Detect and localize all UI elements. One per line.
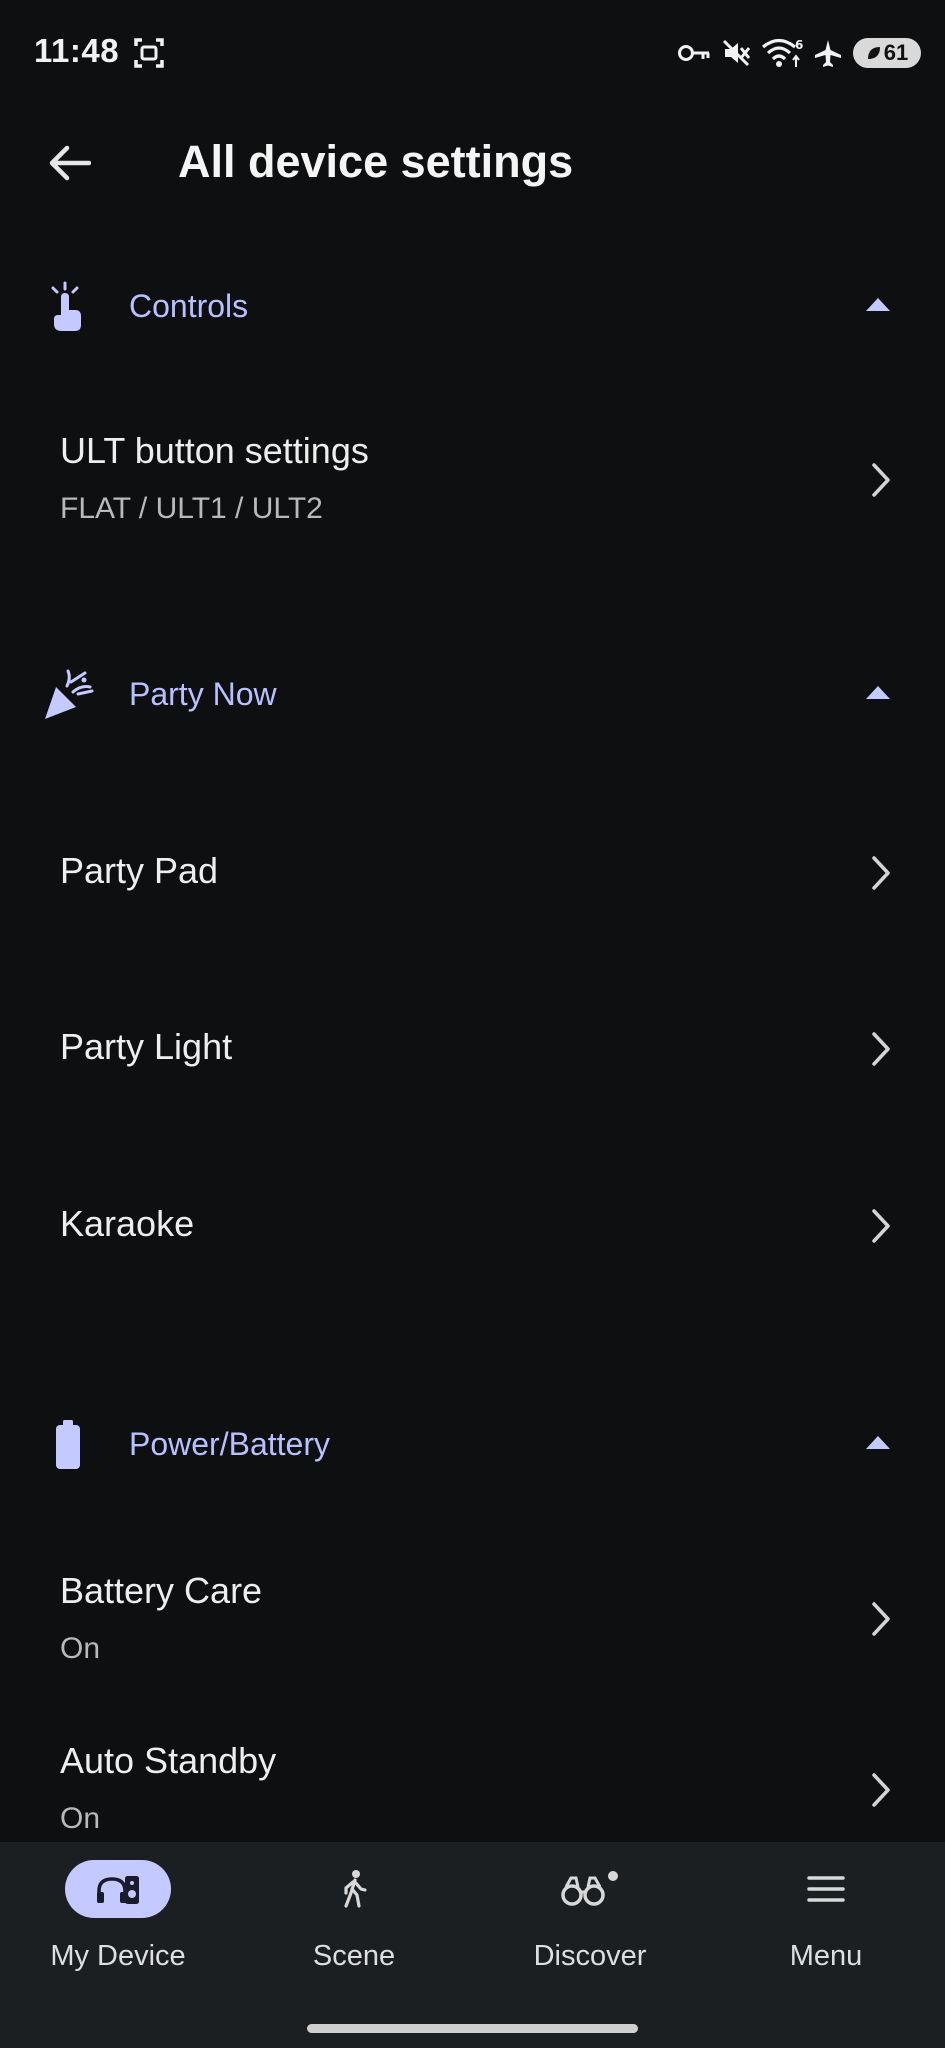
nav-item-menu[interactable]: Menu (708, 1842, 944, 2012)
status-icons: 6 61 (677, 36, 921, 70)
chevron-right-icon (872, 463, 890, 497)
list-item-ult-button-settings[interactable]: ULT button settings FLAT / ULT1 / ULT2 (0, 410, 945, 558)
chevron-right-icon (872, 1602, 890, 1636)
nav-item-my-device[interactable]: My Device (0, 1842, 236, 2012)
nav-label: Discover (533, 1940, 647, 1972)
vpn-key-icon (678, 45, 710, 61)
mute-icon (722, 39, 751, 67)
row-title: Party Pad (60, 850, 219, 891)
nav-item-discover[interactable]: Discover (472, 1842, 708, 2012)
row-title: ULT button settings (60, 430, 369, 471)
list-item-party-light[interactable]: Party Light (0, 980, 945, 1120)
collapse-up-icon (866, 1436, 890, 1449)
chevron-right-icon (872, 856, 890, 890)
row-title: Karaoke (60, 1203, 195, 1244)
battery-icon (56, 1420, 80, 1469)
party-popper-icon (45, 669, 94, 719)
nav-label: My Device (50, 1940, 186, 1972)
battery-level: 61 (883, 40, 909, 65)
back-arrow-icon (49, 145, 91, 181)
section-header-power-battery[interactable]: Power/Battery (0, 1395, 945, 1495)
nav-active-indicator (65, 1860, 171, 1918)
page-title: All device settings (178, 136, 574, 187)
binoculars-icon (561, 1871, 618, 1906)
chevron-right-icon (872, 1032, 890, 1066)
notification-dot (608, 1871, 618, 1881)
row-subtitle: On (60, 1632, 101, 1665)
app-bar: All device settings (0, 108, 945, 220)
home-indicator[interactable] (307, 2024, 638, 2033)
status-time: 11:48 (34, 32, 120, 69)
section-label-controls: Controls (129, 288, 249, 324)
airplane-icon (815, 40, 841, 67)
list-item-party-pad[interactable]: Party Pad (0, 804, 945, 944)
section-label-party-now: Party Now (129, 676, 277, 712)
walking-person-icon (344, 1870, 367, 1908)
svg-text:6: 6 (795, 38, 803, 52)
row-title: Auto Standby (60, 1740, 277, 1781)
device-icon (97, 1876, 139, 1904)
collapse-up-icon (866, 298, 890, 311)
row-subtitle: FLAT / ULT1 / ULT2 (60, 492, 323, 525)
section-header-controls[interactable]: Controls (0, 257, 945, 357)
nav-label: Menu (789, 1940, 863, 1972)
list-item-auto-standby[interactable]: Auto Standby On (0, 1720, 945, 1842)
nav-label: Scene (312, 1940, 396, 1972)
back-button[interactable] (34, 128, 104, 198)
nav-item-scene[interactable]: Scene (236, 1842, 472, 2012)
collapse-up-icon (866, 686, 890, 699)
section-header-party-now[interactable]: Party Now (0, 645, 945, 745)
battery-indicator: 61 (853, 38, 921, 68)
row-title: Party Light (60, 1026, 233, 1067)
section-label-power-battery: Power/Battery (129, 1426, 330, 1462)
leaf-icon (867, 47, 880, 59)
status-bar: 11:48 6 61 (0, 0, 945, 108)
chevron-right-icon (872, 1209, 890, 1243)
screenshot-icon (134, 38, 164, 68)
chevron-right-icon (872, 1773, 890, 1807)
touch-finger-icon (51, 281, 81, 331)
list-item-karaoke[interactable]: Karaoke (0, 1157, 945, 1297)
bottom-navigation: My Device Scene Discover Menu (0, 1842, 945, 2048)
wifi-icon: 6 (761, 38, 803, 67)
list-item-battery-care[interactable]: Battery Care On (0, 1550, 945, 1686)
row-title: Battery Care (60, 1570, 263, 1611)
row-subtitle: On (60, 1802, 101, 1835)
hamburger-menu-icon (807, 1876, 845, 1902)
